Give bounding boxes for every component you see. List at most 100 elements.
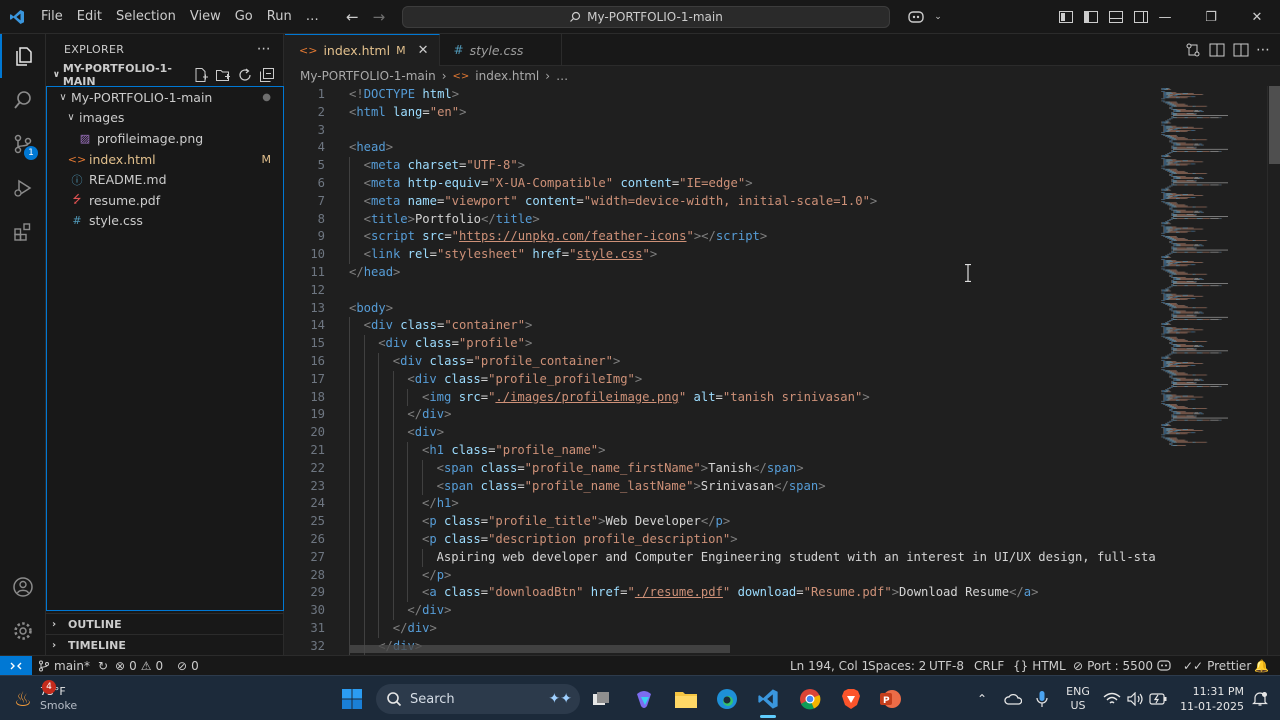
new-file-icon[interactable]: [193, 67, 209, 83]
code-line[interactable]: 25 <p class="profile_title">Web Developer…: [285, 513, 1155, 531]
code-line[interactable]: 13 <body>: [285, 300, 1155, 318]
code-line[interactable]: 29 <a class="downloadBtn" href="./resume.…: [285, 584, 1155, 603]
accounts-icon[interactable]: [0, 565, 46, 609]
file-explorer-icon[interactable]: [672, 676, 700, 720]
menu-item[interactable]: File: [34, 0, 70, 34]
new-folder-icon[interactable]: [215, 67, 231, 83]
code-line[interactable]: 7 <meta name="viewport" content="width=de…: [285, 192, 1155, 211]
weather-widget[interactable]: ♨ 4 73°F Smoke: [14, 676, 104, 720]
scrollbar-thumb[interactable]: [1269, 86, 1280, 164]
tree-file[interactable]: ⭍ resume.pdf: [47, 190, 283, 211]
code-line[interactable]: 11 </head>: [285, 264, 1155, 282]
restore-button[interactable]: ❐: [1188, 0, 1234, 34]
close-icon[interactable]: ✕: [418, 43, 429, 58]
code-line[interactable]: 12: [285, 282, 1155, 300]
menu-item[interactable]: Edit: [70, 0, 109, 34]
tab-style-css[interactable]: # style.css: [440, 34, 562, 66]
language-mode[interactable]: {} HTML: [1013, 656, 1066, 676]
horizontal-scrollbar[interactable]: [350, 645, 730, 653]
remote-icon[interactable]: [0, 656, 32, 676]
tab-index-html[interactable]: <> index.html M ✕: [285, 34, 440, 66]
menu-item[interactable]: …: [299, 0, 326, 34]
show-hidden-icons-chevron-icon[interactable]: ⌃: [974, 676, 990, 720]
code-line[interactable]: 20 <div>: [285, 424, 1155, 442]
code-line[interactable]: 4 <head>: [285, 139, 1155, 157]
tree-folder[interactable]: ∨ My-PORTFOLIO-1-main ●: [47, 87, 283, 108]
clock[interactable]: 11:31 PM 11-01-2025: [1178, 676, 1244, 720]
code-line[interactable]: 3: [285, 122, 1155, 140]
code-line[interactable]: 30 </div>: [285, 602, 1155, 620]
code-line[interactable]: 14 <div class="container">: [285, 317, 1155, 336]
refresh-icon[interactable]: [237, 67, 253, 83]
tree-file[interactable]: ⓘ README.md: [47, 169, 283, 190]
breadcrumb-folder[interactable]: My-PORTFOLIO-1-main: [300, 69, 436, 83]
tree-file[interactable]: # style.css: [47, 211, 283, 232]
open-preview-icon[interactable]: [1208, 41, 1226, 59]
problems-indicator[interactable]: ⊗ 0 ⚠ 0: [115, 656, 163, 676]
workspace-folder-header[interactable]: ∨ MY-PORTFOLIO-1-MAIN: [46, 62, 283, 88]
split-editor-icon[interactable]: [1232, 41, 1250, 59]
input-language[interactable]: ENG US: [1060, 676, 1096, 720]
timeline-section[interactable]: › TIMELINE: [46, 634, 284, 655]
code-line[interactable]: 21 <h1 class="profile_name">: [285, 442, 1155, 460]
taskbar-search[interactable]: Search ✦✦: [376, 684, 580, 714]
source-control-icon[interactable]: 1: [0, 122, 46, 166]
code-line[interactable]: 26 <p class="description profile_descript…: [285, 531, 1155, 549]
copilot-icon[interactable]: [900, 5, 932, 29]
code-line[interactable]: 18 <img src="./images/profileimage.png" a…: [285, 388, 1155, 407]
ports-indicator[interactable]: ⊘ 0: [177, 656, 199, 676]
live-server-port[interactable]: ⊘ Port : 5500: [1073, 656, 1153, 676]
code-line[interactable]: 2 <html lang="en">: [285, 104, 1155, 122]
code-line[interactable]: 10 <link rel="stylesheet" href="style.css…: [285, 246, 1155, 264]
notification-center-icon[interactable]: [1248, 676, 1272, 720]
menu-item[interactable]: Go: [228, 0, 260, 34]
customize-layout-icon[interactable]: [1054, 5, 1078, 29]
tree-file[interactable]: ▨ profileimage.png: [47, 128, 283, 149]
code-line[interactable]: 22 <span class="profile_name_firstName">T…: [285, 459, 1155, 478]
code-line[interactable]: 27 Aspiring web developer and Computer En…: [285, 548, 1155, 567]
command-center[interactable]: My-PORTFOLIO-1-main: [402, 6, 890, 28]
encoding[interactable]: UTF-8: [929, 656, 964, 676]
more-actions-icon[interactable]: ⋯: [257, 41, 271, 57]
edge-browser-icon[interactable]: [713, 676, 741, 720]
code-line[interactable]: 31 </div>: [285, 620, 1155, 638]
menu-item[interactable]: Selection: [109, 0, 183, 34]
windows-start-icon[interactable]: [336, 676, 368, 720]
code-line[interactable]: 24 </h1>: [285, 495, 1155, 514]
minimap[interactable]: [1155, 86, 1267, 655]
microphone-icon[interactable]: [1032, 676, 1052, 720]
end-of-line[interactable]: CRLF: [974, 656, 1004, 676]
notifications-bell-icon[interactable]: 🔔: [1254, 656, 1269, 676]
code-line[interactable]: 5 <meta charset="UTF-8">: [285, 157, 1155, 175]
toggle-primary-sidebar-icon[interactable]: [1079, 5, 1103, 29]
wifi-icon[interactable]: [1102, 676, 1122, 720]
breadcrumb-symbol[interactable]: …: [556, 69, 568, 83]
vertical-scrollbar[interactable]: [1267, 86, 1280, 655]
extensions-icon[interactable]: [0, 210, 46, 254]
tree-folder[interactable]: ∨ images: [47, 108, 283, 129]
search-icon[interactable]: [0, 78, 46, 122]
code-editor[interactable]: 1 <!DOCTYPE html> 2 <html lang="en"> 3 4 <head…: [285, 86, 1155, 655]
toggle-panel-icon[interactable]: [1104, 5, 1128, 29]
copilot-app-icon[interactable]: [630, 676, 658, 720]
breadcrumb-file[interactable]: index.html: [475, 69, 539, 83]
more-actions-icon[interactable]: ⋯: [1256, 42, 1270, 58]
compare-changes-icon[interactable]: [1184, 41, 1202, 59]
tree-file[interactable]: <> index.html M: [47, 149, 283, 170]
code-line[interactable]: 17 <div class="profile_profileImg">: [285, 370, 1155, 389]
cursor-position[interactable]: Ln 194, Col 1: [790, 656, 869, 676]
outline-section[interactable]: › OUTLINE: [46, 613, 284, 634]
code-line[interactable]: 23 <span class="profile_name_lastName">Sr…: [285, 477, 1155, 496]
chevron-down-icon[interactable]: ⌄: [932, 5, 944, 29]
onedrive-cloud-icon[interactable]: [1002, 676, 1024, 720]
task-view-icon[interactable]: [588, 676, 614, 720]
minimize-button[interactable]: —: [1142, 0, 1188, 34]
manage-gear-icon[interactable]: [0, 609, 46, 653]
code-line[interactable]: 28 </p>: [285, 566, 1155, 585]
close-window-button[interactable]: ✕: [1234, 0, 1280, 34]
sync-icon[interactable]: ↻: [98, 659, 108, 673]
volume-icon[interactable]: [1126, 676, 1146, 720]
run-debug-icon[interactable]: [0, 166, 46, 210]
back-arrow-icon[interactable]: ←: [346, 8, 359, 26]
menu-item[interactable]: View: [183, 0, 228, 34]
